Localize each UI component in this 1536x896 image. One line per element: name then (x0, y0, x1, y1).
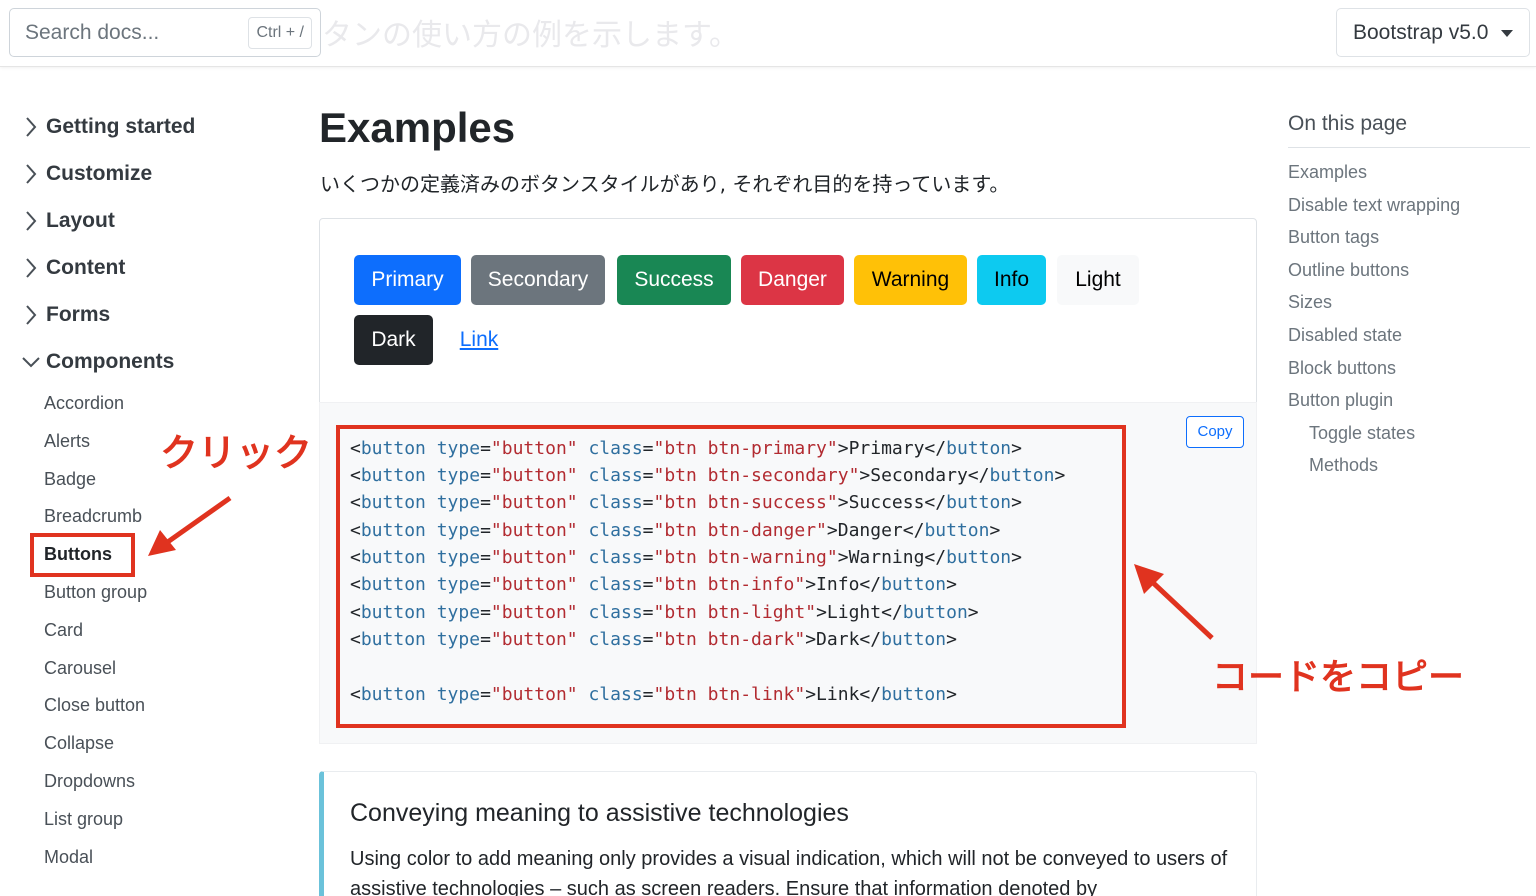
sidebar-item-alerts[interactable]: Alerts (44, 431, 90, 452)
sidebar-group-label: Content (46, 256, 126, 279)
toc-item-outline-buttons[interactable]: Outline buttons (1288, 260, 1409, 281)
chevron-right-icon (26, 258, 37, 278)
demo-button-dark[interactable]: Dark (354, 315, 433, 365)
page-title: Examples (319, 104, 516, 151)
toc-item-examples[interactable]: Examples (1288, 162, 1367, 183)
annotation-copy-code-text: コードをコピー (1212, 657, 1465, 698)
toc-item-button-plugin[interactable]: Button plugin (1288, 390, 1393, 411)
page-lead: いくつかの定義済みのボタンスタイルがあり, それぞれ目的を持っています。 (320, 172, 1010, 196)
annotation-code-highlight-frame (336, 425, 1126, 728)
callout-text: Using color to add meaning only provides… (350, 848, 1228, 896)
chevron-right-icon (26, 164, 37, 184)
sidebar-group-layout[interactable]: Layout (20, 208, 115, 234)
toc-item-disable-text-wrapping[interactable]: Disable text wrapping (1288, 195, 1460, 216)
annotation-arrow-icon (148, 495, 232, 556)
demo-button-info[interactable]: Info (977, 255, 1046, 305)
demo-button-danger[interactable]: Danger (741, 255, 844, 305)
sidebar-item-badge[interactable]: Badge (44, 469, 96, 490)
top-navbar: タンの使い方の例を示します。 Search docs... Ctrl + / B… (0, 0, 1536, 67)
sidebar-group-customize[interactable]: Customize (20, 161, 152, 187)
callout-title: Conveying meaning to assistive technolog… (350, 799, 849, 827)
sidebar-group-getting-started[interactable]: Getting started (20, 114, 195, 140)
sidebar-group-label: Getting started (46, 115, 196, 138)
ghost-heading-text: タンの使い方の例を示します。 (322, 18, 739, 53)
chevron-right-icon (26, 211, 37, 231)
toc-item-disabled-state[interactable]: Disabled state (1288, 325, 1402, 346)
sidebar-item-buttons[interactable]: Buttons (44, 544, 112, 565)
toc-divider (1288, 147, 1530, 148)
chevron-right-icon (26, 117, 37, 137)
annotation-arrow-icon (1134, 564, 1214, 640)
sidebar-item-carousel[interactable]: Carousel (44, 658, 116, 679)
toc-item-methods[interactable]: Methods (1309, 455, 1378, 476)
sidebar-item-accordion[interactable]: Accordion (44, 393, 124, 414)
sidebar-group-content[interactable]: Content (20, 255, 125, 281)
toc-item-toggle-states[interactable]: Toggle states (1309, 423, 1415, 444)
sidebar-item-list-group[interactable]: List group (44, 809, 123, 830)
toc-item-button-tags[interactable]: Button tags (1288, 227, 1379, 248)
version-label: Bootstrap v5.0 (1353, 21, 1489, 44)
copy-button[interactable]: Copy (1186, 416, 1244, 448)
chevron-right-icon (26, 305, 37, 325)
demo-button-secondary[interactable]: Secondary (471, 255, 605, 305)
sidebar-item-collapse[interactable]: Collapse (44, 733, 114, 754)
demo-button-success[interactable]: Success (617, 255, 731, 305)
annotation-click-text: クリック (160, 431, 313, 475)
demo-button-light[interactable]: Light (1057, 255, 1139, 305)
button-examples-panel (319, 218, 1257, 403)
demo-button-link[interactable]: Link (444, 315, 514, 365)
search-input[interactable]: Search docs... Ctrl + / (9, 8, 321, 57)
search-shortcut-hint: Ctrl + / (248, 17, 312, 49)
sidebar-group-label: Components (46, 350, 175, 373)
sidebar-group-label: Customize (46, 162, 153, 185)
toc-item-sizes[interactable]: Sizes (1288, 292, 1332, 313)
search-placeholder: Search docs... (25, 21, 160, 44)
sidebar-item-card[interactable]: Card (44, 620, 83, 641)
sidebar-item-dropdowns[interactable]: Dropdowns (44, 771, 135, 792)
chevron-down-icon (22, 357, 40, 368)
sidebar-group-components[interactable]: Components (20, 349, 174, 375)
toc-item-block-buttons[interactable]: Block buttons (1288, 358, 1396, 379)
toc-title: On this page (1288, 112, 1408, 135)
demo-button-primary[interactable]: Primary (354, 255, 461, 305)
sidebar-group-label: Forms (46, 303, 111, 326)
version-dropdown[interactable]: Bootstrap v5.0 (1336, 8, 1530, 57)
sidebar-item-modal[interactable]: Modal (44, 847, 93, 868)
sidebar-item-button-group[interactable]: Button group (44, 582, 147, 603)
sidebar-group-label: Layout (46, 209, 115, 232)
demo-button-warning[interactable]: Warning (854, 255, 967, 305)
sidebar-item-breadcrumb[interactable]: Breadcrumb (44, 506, 142, 527)
sidebar-group-forms[interactable]: Forms (20, 302, 110, 328)
caret-down-icon (1501, 30, 1513, 37)
sidebar-item-close-button[interactable]: Close button (44, 695, 145, 716)
